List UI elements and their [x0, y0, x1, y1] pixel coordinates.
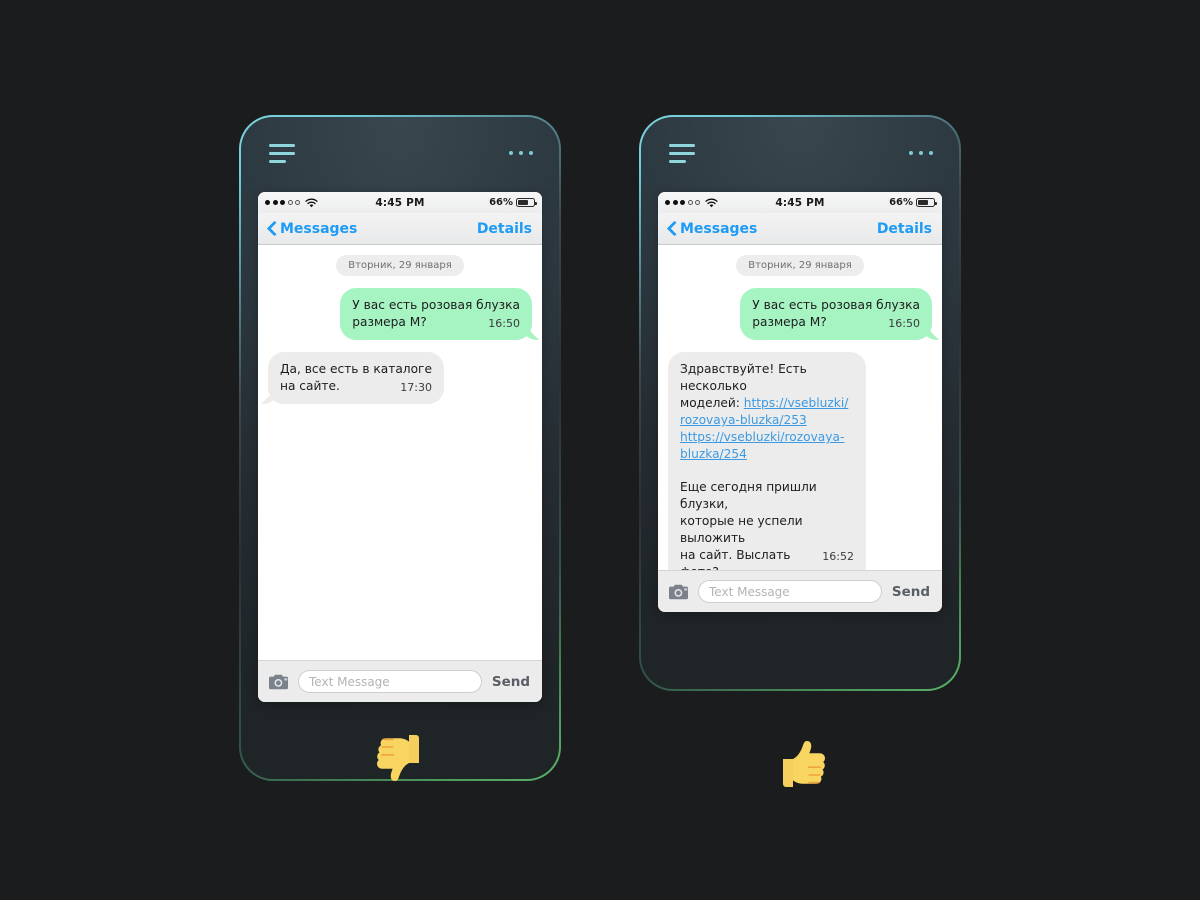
message-bubble-outgoing[interactable]: У вас есть розовая блузка 16:50 размера …	[740, 288, 932, 340]
signal-strength-icon	[665, 200, 700, 205]
wifi-icon	[705, 198, 718, 208]
app-header	[241, 117, 559, 189]
message-line: Еще сегодня пришли блузки,	[680, 480, 817, 511]
more-horizontal-icon[interactable]	[509, 151, 533, 155]
status-bar: 4:45 PM 66%	[258, 192, 542, 213]
message-line: У вас есть розовая блузка	[752, 298, 920, 312]
message-line-prefix: моделей:	[680, 396, 744, 410]
scene: 4:45 PM 66% Messages Details Вторник, 29…	[0, 0, 1200, 900]
message-composer: Text Message Send	[658, 570, 942, 612]
product-link-254-part2[interactable]: bluzka/254	[680, 446, 854, 463]
message-line: на сайте.	[280, 379, 340, 393]
back-label: Messages	[280, 220, 358, 237]
message-timestamp: 16:50	[888, 317, 920, 330]
status-bar: 4:45 PM 66%	[658, 192, 942, 213]
message-last-line: 16:50 размера М?	[352, 314, 520, 332]
date-divider-label: Вторник, 29 января	[736, 255, 864, 276]
status-bar-time: 4:45 PM	[375, 196, 425, 209]
message-input[interactable]: Text Message	[698, 580, 882, 603]
message-timestamp: 16:50	[488, 317, 520, 330]
phone-screen: 4:45 PM 66% Messages Details Вторник, 29…	[258, 192, 542, 702]
status-bar-right: 66%	[825, 197, 938, 208]
chevron-left-icon	[668, 221, 677, 236]
battery-percent-label: 66%	[489, 197, 514, 208]
message-bubble-incoming[interactable]: Да, все есть в каталоге 17:30 на сайте.	[268, 352, 444, 404]
thumbs-up-icon	[769, 731, 833, 795]
message-input-placeholder: Text Message	[309, 674, 390, 689]
message-bubble-incoming[interactable]: Здравствуйте! Есть несколько моделей: ht…	[668, 352, 866, 570]
message-thread[interactable]: Вторник, 29 января У вас есть розовая бл…	[658, 245, 942, 570]
message-row: У вас есть розовая блузка 16:50 размера …	[268, 288, 532, 340]
message-last-line: 16:52 на сайт. Выслать фото?	[680, 547, 854, 570]
hamburger-icon[interactable]	[669, 143, 695, 163]
app-header	[641, 117, 959, 189]
nav-bar: Messages Details	[658, 213, 942, 245]
message-line: Да, все есть в каталоге	[280, 362, 432, 376]
phone-mockup-good-example: 4:45 PM 66% Messages Details Вторник, 29…	[639, 115, 961, 691]
message-timestamp: 17:30	[400, 381, 432, 394]
signal-strength-icon	[265, 200, 300, 205]
battery-percent-label: 66%	[889, 197, 914, 208]
message-line: У вас есть розовая блузка	[352, 298, 520, 312]
back-to-messages-button[interactable]: Messages	[668, 221, 757, 237]
nav-bar: Messages Details	[258, 213, 542, 245]
message-thread[interactable]: Вторник, 29 января У вас есть розовая бл…	[258, 245, 542, 660]
message-last-line: 16:50 размера М?	[752, 314, 920, 332]
message-row: У вас есть розовая блузка 16:50 размера …	[668, 288, 932, 340]
send-button[interactable]: Send	[490, 674, 532, 690]
message-row: Здравствуйте! Есть несколько моделей: ht…	[668, 352, 932, 570]
product-link-253-part1[interactable]: https://vsebluzki/	[744, 396, 849, 410]
message-line: которые не успели выложить	[680, 514, 803, 545]
phone-mockup-bad-example: 4:45 PM 66% Messages Details Вторник, 29…	[239, 115, 561, 781]
message-input-placeholder: Text Message	[709, 584, 790, 599]
date-divider-label: Вторник, 29 января	[336, 255, 464, 276]
message-line: на сайт. Выслать фото?	[680, 548, 791, 570]
product-link-253-part2[interactable]: rozovaya-bluzka/253	[680, 412, 854, 429]
wifi-icon	[305, 198, 318, 208]
back-label: Messages	[680, 220, 758, 237]
message-bubble-outgoing[interactable]: У вас есть розовая блузка 16:50 размера …	[340, 288, 532, 340]
message-line: размера М?	[752, 315, 827, 329]
message-last-line: 17:30 на сайте.	[280, 378, 432, 396]
message-line-with-link: моделей: https://vsebluzki/	[680, 395, 854, 412]
status-bar-left	[665, 198, 775, 208]
date-divider: Вторник, 29 января	[668, 255, 932, 276]
phone-body: 4:45 PM 66% Messages Details Вторник, 29…	[641, 117, 959, 689]
message-line: размера М?	[352, 315, 427, 329]
phone-screen: 4:45 PM 66% Messages Details Вторник, 29…	[658, 192, 942, 612]
camera-icon[interactable]	[668, 583, 690, 601]
camera-icon[interactable]	[268, 673, 290, 691]
status-bar-time: 4:45 PM	[775, 196, 825, 209]
hamburger-icon[interactable]	[269, 143, 295, 163]
more-horizontal-icon[interactable]	[909, 151, 933, 155]
back-to-messages-button[interactable]: Messages	[268, 221, 357, 237]
details-button[interactable]: Details	[477, 221, 532, 237]
message-timestamp: 16:52	[822, 550, 854, 563]
product-link-254-part1[interactable]: https://vsebluzki/rozovaya-	[680, 429, 854, 446]
message-input[interactable]: Text Message	[298, 670, 482, 693]
battery-icon	[916, 198, 938, 207]
status-bar-right: 66%	[425, 197, 538, 208]
message-row: Да, все есть в каталоге 17:30 на сайте.	[268, 352, 532, 404]
details-button[interactable]: Details	[877, 221, 932, 237]
date-divider: Вторник, 29 января	[268, 255, 532, 276]
thumbs-down-icon	[369, 727, 433, 791]
message-composer: Text Message Send	[258, 660, 542, 702]
battery-icon	[516, 198, 538, 207]
chevron-left-icon	[268, 221, 277, 236]
send-button[interactable]: Send	[890, 584, 932, 600]
status-bar-left	[265, 198, 375, 208]
phone-body: 4:45 PM 66% Messages Details Вторник, 29…	[241, 117, 559, 779]
message-line: Здравствуйте! Есть несколько	[680, 362, 807, 393]
